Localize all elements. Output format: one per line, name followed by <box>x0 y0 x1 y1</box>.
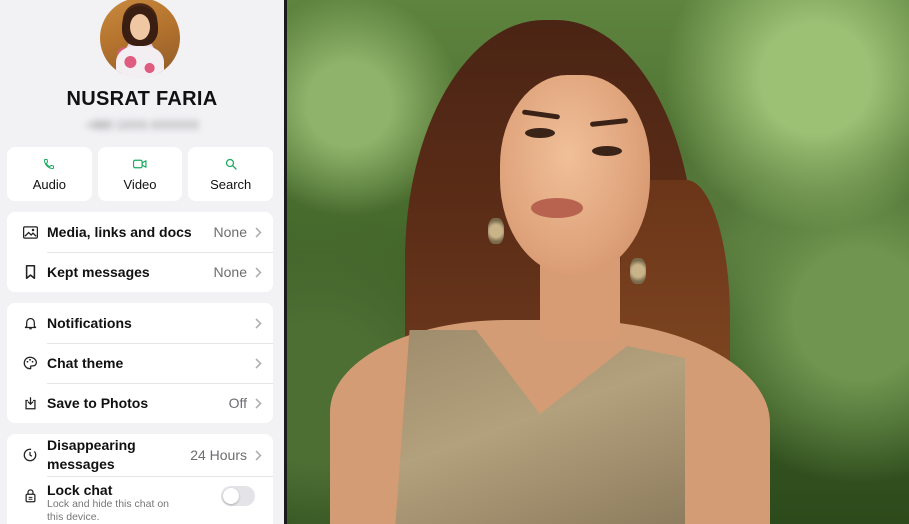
disappearing-label-line2: messages <box>47 456 115 472</box>
chat-theme-row[interactable]: Chat theme <box>7 343 273 383</box>
lock-chat-text: Lock chat Lock and hide this chat on thi… <box>47 482 221 524</box>
chat-theme-label: Chat theme <box>47 355 124 371</box>
contact-avatar[interactable] <box>100 0 180 78</box>
video-icon <box>133 157 147 171</box>
disappearing-value: 24 Hours <box>190 447 247 463</box>
chat-settings-card: Notifications Chat theme Save to Photos … <box>7 303 273 423</box>
bell-icon <box>21 314 39 332</box>
lock-chat-subtitle-2: this device. <box>47 511 100 523</box>
download-icon <box>21 394 39 412</box>
photo-lips <box>531 198 583 218</box>
notifications-row[interactable]: Notifications <box>7 303 273 343</box>
chevron-right-icon <box>253 357 263 369</box>
kept-messages-row[interactable]: Kept messages None <box>7 252 273 292</box>
chevron-right-icon <box>253 397 263 409</box>
media-value: None <box>213 224 247 240</box>
video-label: Video <box>123 176 157 192</box>
save-to-photos-row[interactable]: Save to Photos Off <box>7 383 273 423</box>
lock-chat-icon <box>21 486 39 504</box>
photo-left-eye <box>525 128 555 138</box>
lock-chat-toggle[interactable] <box>221 486 255 506</box>
search-icon <box>224 157 238 171</box>
lock-chat-row[interactable]: Lock chat Lock and hide this chat on thi… <box>7 476 273 523</box>
disappearing-messages-row[interactable]: Disappearing messages 24 Hours <box>7 434 273 476</box>
contact-name: NUSRAT FARIA <box>66 88 218 110</box>
kept-label: Kept messages <box>47 264 150 280</box>
audio-call-button[interactable]: Audio <box>7 147 92 201</box>
save-photos-label: Save to Photos <box>47 395 149 411</box>
kept-value: None <box>213 264 247 280</box>
quick-actions: Audio Video Search <box>7 147 274 201</box>
search-button[interactable]: Search <box>188 147 274 201</box>
media-card: Media, links and docs None Kept messages… <box>7 212 273 292</box>
lock-chat-label: Lock chat <box>47 482 113 498</box>
notifications-label: Notifications <box>47 315 132 331</box>
lock-chat-subtitle-1: Lock and hide this chat on <box>47 498 170 510</box>
save-photos-value: Off <box>228 395 247 411</box>
chevron-right-icon <box>253 449 263 461</box>
chevron-right-icon <box>253 266 263 278</box>
chevron-right-icon <box>253 226 263 238</box>
disappearing-label-line1: Disappearing <box>47 437 136 453</box>
photo-right-eye <box>592 146 622 156</box>
search-label: Search <box>210 176 252 192</box>
avatar-face <box>130 14 150 40</box>
photo-right-earring <box>630 258 646 284</box>
disappearing-label: Disappearing messages <box>47 436 190 474</box>
photo-left-earring <box>488 218 504 244</box>
palette-icon <box>21 354 39 372</box>
chevron-right-icon <box>253 317 263 329</box>
timer-icon <box>21 446 39 464</box>
phone-icon <box>42 157 56 171</box>
privacy-card: Disappearing messages 24 Hours Lock chat… <box>7 434 273 524</box>
contact-info-panel: NUSRAT FARIA +880 1XXX-XXXXXX Audio Vide… <box>0 0 284 524</box>
media-links-docs-row[interactable]: Media, links and docs None <box>7 212 273 252</box>
image-icon <box>21 223 39 241</box>
media-label: Media, links and docs <box>47 224 192 240</box>
photo-face <box>500 75 650 275</box>
contact-phone: +880 1XXX-XXXXXX <box>85 118 200 132</box>
avatar-dress <box>116 46 164 78</box>
audio-label: Audio <box>32 176 66 192</box>
video-call-button[interactable]: Video <box>97 147 183 201</box>
bookmark-icon <box>21 263 39 281</box>
